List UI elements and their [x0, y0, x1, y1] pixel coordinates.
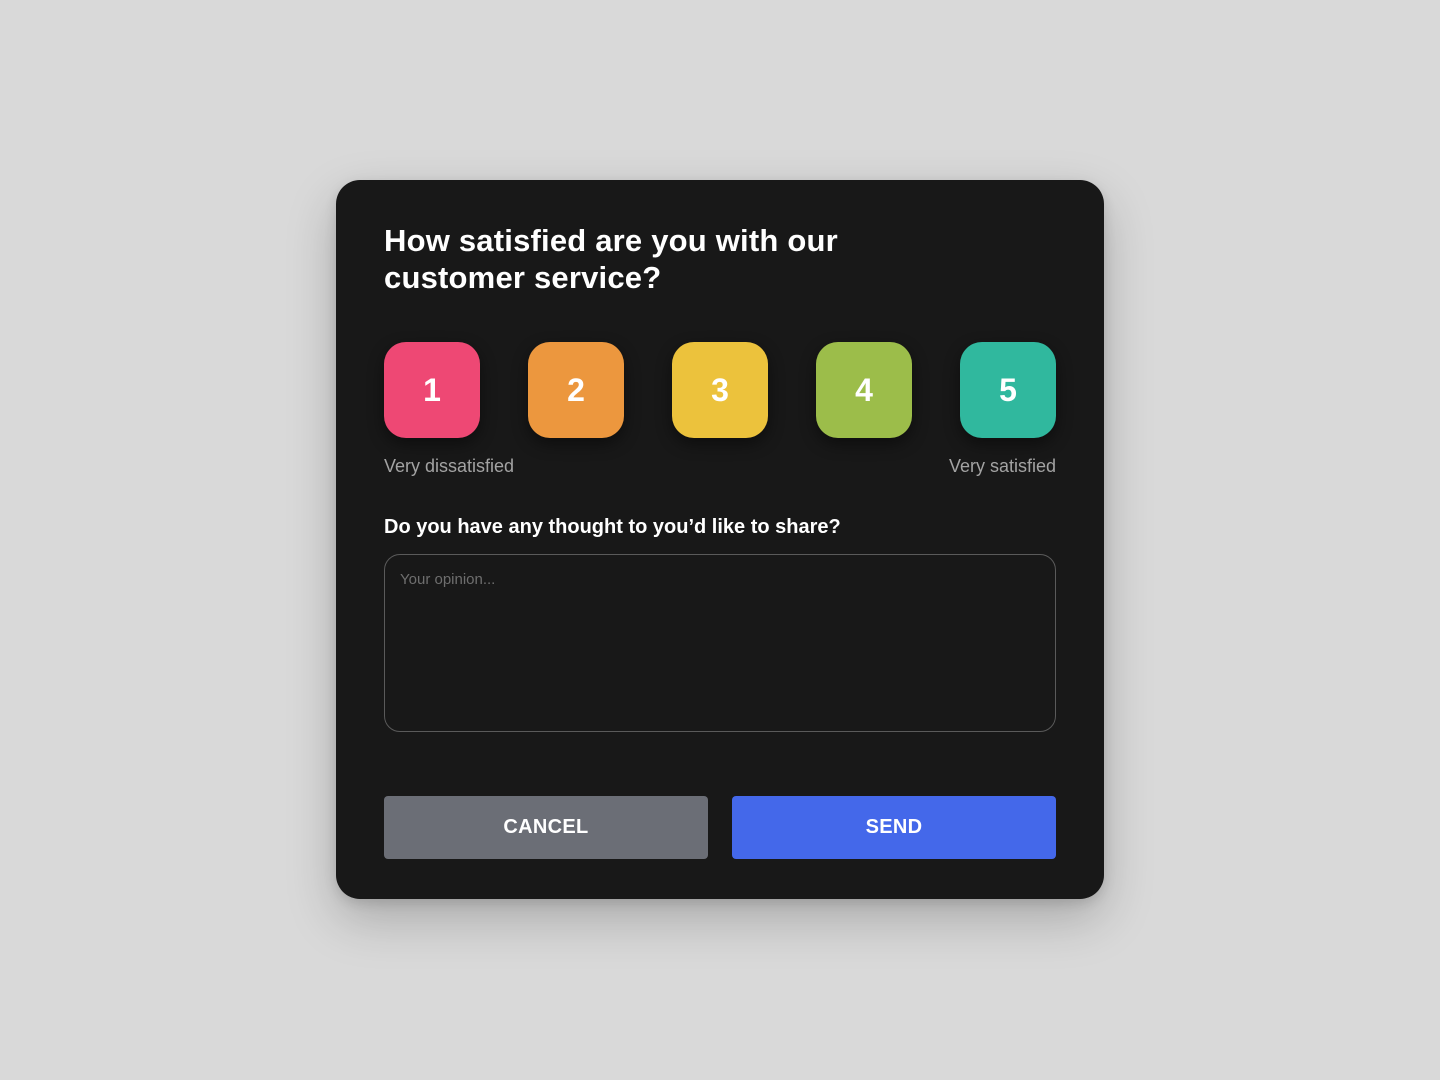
- rating-scale: 1 2 3 4 5: [384, 342, 1056, 438]
- rating-button-1[interactable]: 1: [384, 342, 480, 438]
- survey-title: How satisfied are you with our customer …: [384, 223, 838, 295]
- rating-button-4[interactable]: 4: [816, 342, 912, 438]
- opinion-textarea[interactable]: [384, 554, 1056, 732]
- send-button[interactable]: SEND: [732, 796, 1056, 859]
- scale-high-label: Very satisfied: [948, 456, 1056, 476]
- cancel-button[interactable]: CANCEL: [384, 796, 708, 859]
- scale-low-label: Very dissatisfied: [384, 456, 515, 476]
- rating-button-2[interactable]: 2: [528, 342, 624, 438]
- feedback-question: Do you have any thought to you’d like to…: [384, 516, 841, 538]
- rating-button-5[interactable]: 5: [960, 342, 1056, 438]
- rating-button-3[interactable]: 3: [672, 342, 768, 438]
- feedback-card: How satisfied are you with our customer …: [336, 180, 1104, 899]
